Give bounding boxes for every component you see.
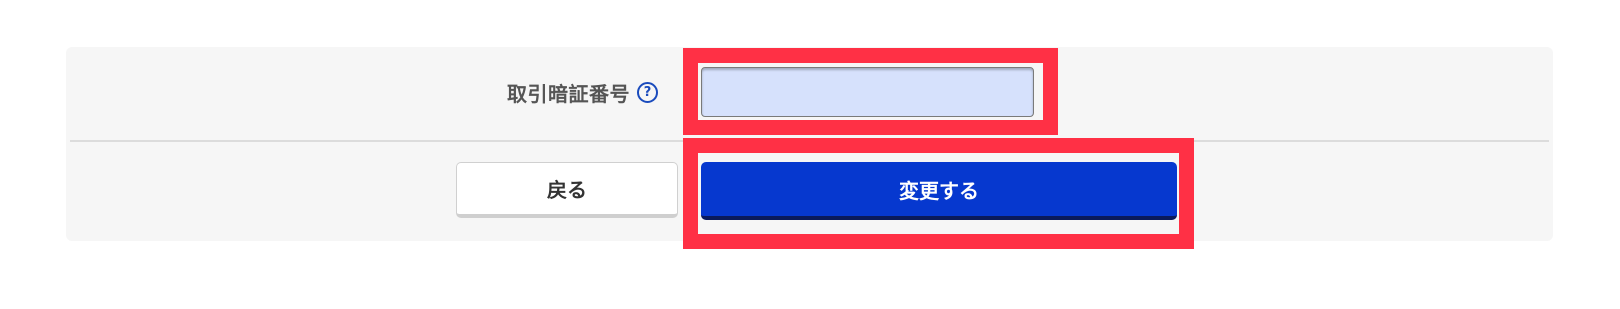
pin-label: 取引暗証番号 — [507, 81, 630, 106]
back-button[interactable]: 戻る — [456, 162, 678, 218]
form-panel: 取引暗証番号 ? 戻る 変更する — [66, 47, 1553, 241]
question-circle-icon[interactable]: ? — [637, 81, 658, 103]
divider — [70, 140, 1549, 142]
submit-button[interactable]: 変更する — [701, 162, 1177, 220]
pin-label-row: 取引暗証番号 ? — [66, 47, 658, 137]
pin-input[interactable] — [701, 67, 1034, 117]
